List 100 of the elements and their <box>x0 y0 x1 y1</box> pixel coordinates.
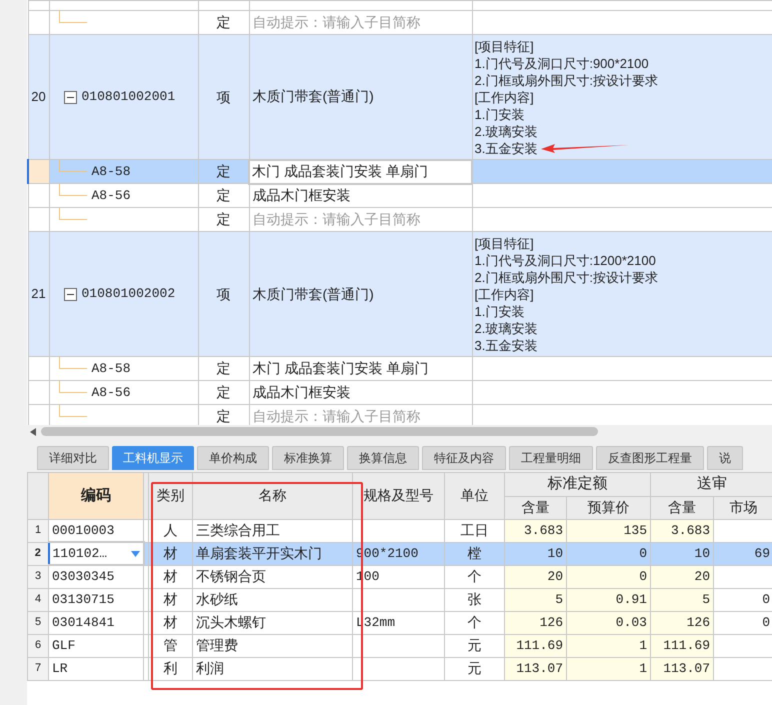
feature-line: 2.玻璃安装 <box>474 122 538 140</box>
code-cell: GLF <box>48 634 144 657</box>
value-cell: 135 <box>566 519 650 542</box>
feature-line: [项目特征] <box>474 234 534 252</box>
category-cell: 材 <box>148 565 192 588</box>
row-number: 2 <box>28 542 48 565</box>
value-cell: 0.03 <box>566 611 650 634</box>
tab[interactable]: 反查图形工程量 <box>596 446 704 470</box>
value-cell: 0 <box>566 542 650 565</box>
value-cell: 113.07 <box>504 657 566 680</box>
code-dropdown[interactable]: 110102… <box>48 542 144 565</box>
tree-connector <box>58 160 86 172</box>
item-code: 010801002001 <box>82 88 176 106</box>
column-header: 预算价 <box>566 496 650 519</box>
value-cell: 113.07 <box>650 657 714 680</box>
name-cell: 管理费 <box>192 634 352 657</box>
tree-connector <box>58 405 86 417</box>
row-number: 5 <box>28 611 48 634</box>
feature-line: [工作内容] <box>474 286 534 302</box>
item-code: A8-58 <box>92 360 131 378</box>
value-cell: 3.683 <box>504 519 566 542</box>
tab[interactable]: 详细对比 <box>37 446 109 470</box>
unit-cell: 樘 <box>444 542 504 565</box>
value-cell: 0.91 <box>566 588 650 611</box>
feature-line: 2.门框或扇外围尺寸:按设计要求 <box>474 268 658 286</box>
name-cell: 利润 <box>192 657 352 680</box>
feature-line: 2.玻璃安装 <box>474 320 538 336</box>
column-group-header: 标准定额 <box>504 472 650 496</box>
name-cell: 水砂纸 <box>192 588 352 611</box>
column-header: 类别 <box>148 472 192 519</box>
row-number: 21 <box>28 232 49 356</box>
column-group-header: 送审 <box>650 472 772 496</box>
name-cell: 不锈钢合页 <box>192 565 352 588</box>
value-cell: 0 <box>566 565 650 588</box>
code-cell: 03130715 <box>48 588 144 611</box>
feature-line: 3.五金安装 <box>474 336 538 354</box>
feature-line: [工作内容] <box>474 88 534 106</box>
category-cell: 利 <box>148 657 192 680</box>
dropdown-caret-icon[interactable] <box>130 550 140 556</box>
category-cell: 材 <box>148 588 192 611</box>
row-number: 20 <box>28 34 49 160</box>
feature-line: 1.门代号及洞口尺寸:900*2100 <box>474 54 649 72</box>
tree-connector <box>58 184 86 196</box>
feature-line: 3.五金安装 <box>474 140 538 156</box>
category-cell: 材 <box>148 542 192 565</box>
tree-connector <box>58 357 86 369</box>
name-input[interactable]: 木门 成品套装门安装 单扇门 <box>249 160 472 184</box>
tab[interactable]: 工程量明细 <box>509 446 593 470</box>
code-cell: 03014841 <box>48 611 144 634</box>
row-number: 3 <box>28 565 48 588</box>
collapse-icon[interactable] <box>64 288 76 300</box>
value-cell: 20 <box>504 565 566 588</box>
tab[interactable]: 换算信息 <box>347 446 419 470</box>
name-cell: 三类综合用工 <box>192 519 352 542</box>
collapse-icon[interactable] <box>64 90 76 104</box>
value-cell: 3.683 <box>650 519 714 542</box>
value-cell: 5 <box>504 588 566 611</box>
value-cell: 5 <box>650 588 714 611</box>
tab[interactable]: 单价构成 <box>197 446 269 470</box>
row-number: 1 <box>28 519 48 542</box>
tab[interactable]: 标准换算 <box>272 446 344 470</box>
name-cell: 单扇套装平开实木门 <box>192 542 352 565</box>
column-header: 含量 <box>504 496 566 519</box>
feature-line: 1.门安装 <box>474 106 524 122</box>
tab[interactable]: 说 <box>707 446 743 470</box>
value-cell: 10 <box>504 542 566 565</box>
scroll-left-icon[interactable] <box>30 428 36 436</box>
tab[interactable]: 特征及内容 <box>422 446 506 470</box>
feature-line: 1.门安装 <box>474 302 524 320</box>
category-cell: 人 <box>148 519 192 542</box>
category-cell: 材 <box>148 611 192 634</box>
feature-line: [项目特征] <box>474 38 534 54</box>
row-number: 7 <box>28 657 48 680</box>
row-number: 6 <box>28 634 48 657</box>
item-code: A8-58 <box>92 162 131 181</box>
value-cell: 111.69 <box>650 634 714 657</box>
column-header: 规格及型号 <box>352 472 444 519</box>
column-header: 编码 <box>48 472 144 519</box>
feature-line: 1.门代号及洞口尺寸:1200*2100 <box>474 252 656 268</box>
column-header: 单位 <box>444 472 504 519</box>
tree-connector <box>58 381 86 393</box>
code-cell: LR <box>48 657 144 680</box>
value-cell: 20 <box>650 565 714 588</box>
item-code: A8-56 <box>92 186 131 205</box>
value-cell: 126 <box>650 611 714 634</box>
value-cell: 126 <box>504 611 566 634</box>
horizontal-scrollbar-thumb[interactable] <box>41 427 598 436</box>
value-cell: 111.69 <box>504 634 566 657</box>
code-cell: 03030345 <box>48 565 144 588</box>
tree-connector <box>58 208 86 220</box>
row-number: 4 <box>28 588 48 611</box>
category-cell: 管 <box>148 634 192 657</box>
name-cell: 沉头木螺钉 <box>192 611 352 634</box>
column-header: 含量 <box>650 496 714 519</box>
value-cell: 1 <box>566 657 650 680</box>
column-header: 名称 <box>192 472 352 519</box>
item-code: 010801002002 <box>82 285 176 304</box>
item-code: A8-56 <box>92 384 131 402</box>
value-cell: 10 <box>650 542 714 565</box>
tree-connector <box>58 11 86 23</box>
